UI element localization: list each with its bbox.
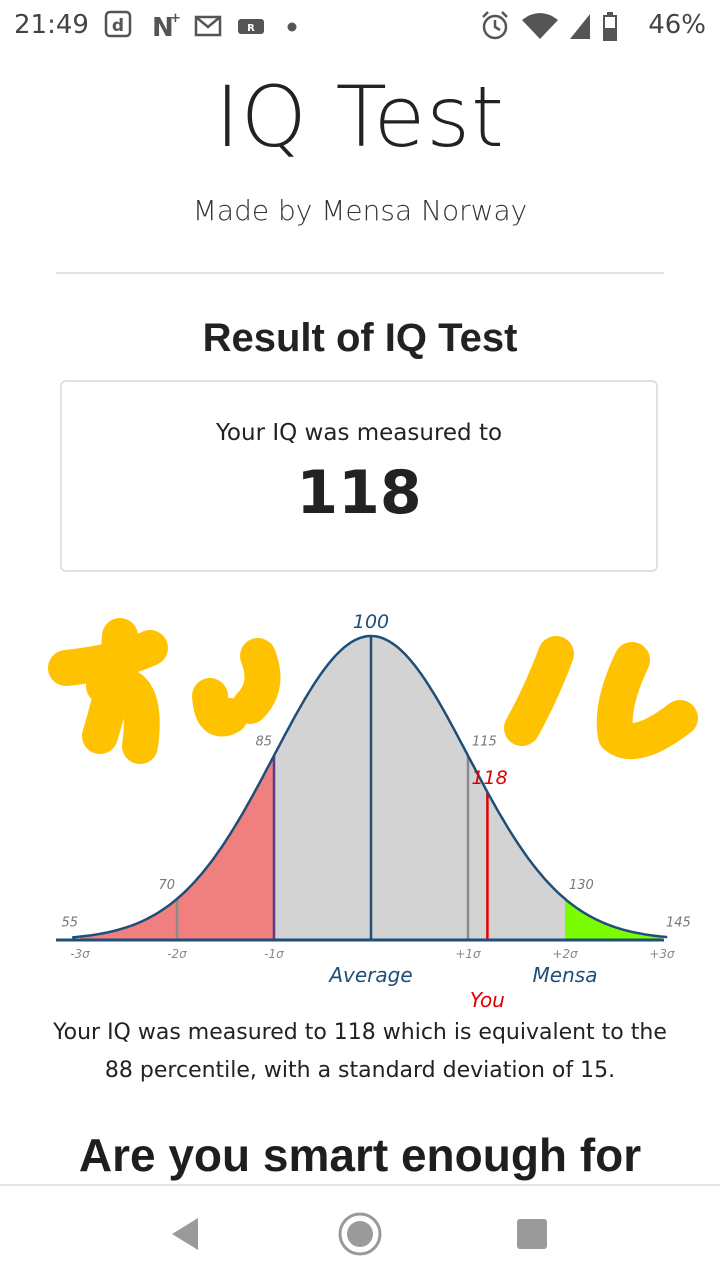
page-subtitle: Made by Mensa Norway <box>192 194 528 227</box>
battery-icon <box>603 12 617 41</box>
navigation-bar <box>0 1184 720 1280</box>
sigma-tick--1σ: -1σ <box>264 947 284 961</box>
mensa-cta-heading: Are you smart enough for <box>78 1129 642 1181</box>
result-label: Your IQ was measured to <box>215 420 503 446</box>
status-bar: 21:49 d N + R 46% <box>0 0 720 52</box>
result-card: Your IQ was measured to 118 <box>60 380 658 572</box>
iq-distribution-chart: 55 70 85 100 115 130 145 118 -3σ -2σ -1σ +1σ +2σ +3σ A… <box>0 596 720 1016</box>
signal-icon <box>570 14 590 39</box>
recents-button[interactable] <box>504 1206 560 1262</box>
dot-icon <box>287 22 297 32</box>
score-label-70: 70 <box>158 878 175 893</box>
bottom-label-average: Average <box>327 963 412 987</box>
battery-percent: 46% <box>648 10 706 40</box>
r-app-icon: R <box>238 19 264 34</box>
iq-score: 118 <box>296 458 422 528</box>
bottom-label-mensa: Mensa <box>533 963 598 987</box>
n-notification-icon: N + <box>152 11 181 42</box>
page-title: IQ Test <box>214 68 505 166</box>
result-heading: Result of IQ Test <box>202 316 518 360</box>
notification-icons: d N + R <box>104 10 297 42</box>
bell-curve-svg: 55 70 85 100 115 130 145 118 -3σ -2σ -1σ +1σ +2σ +3σ A… <box>48 611 698 1012</box>
wifi-icon <box>522 13 558 39</box>
score-label-85: 85 <box>255 735 272 750</box>
region-1 <box>274 636 565 940</box>
header-divider <box>56 272 664 274</box>
mail-icon <box>194 15 222 37</box>
alarm-icon <box>482 11 508 40</box>
sigma-tick-+1σ: +1σ <box>455 947 481 961</box>
sigma-tick-+2σ: +2σ <box>552 947 578 961</box>
d-app-icon: d <box>104 10 132 38</box>
sigma-tick--3σ: -3σ <box>70 947 90 961</box>
result-description: Your IQ was measured to 118 which is equ… <box>53 1020 667 1083</box>
doodle-stroke-3 <box>192 678 248 737</box>
score-label-115: 115 <box>472 735 497 750</box>
home-button[interactable] <box>332 1206 388 1262</box>
you-score-label: 118 <box>471 767 507 789</box>
back-icon <box>172 1218 198 1250</box>
svg-text:d: d <box>112 16 124 36</box>
svg-text:+: + <box>170 11 181 26</box>
sigma-tick-+3σ: +3σ <box>649 947 675 961</box>
doodle-stroke-4 <box>232 638 281 724</box>
recents-icon <box>517 1219 547 1249</box>
you-label: You <box>470 988 505 1012</box>
doodle-stroke-6 <box>596 642 698 760</box>
score-label-145: 145 <box>666 916 691 931</box>
score-label-100: 100 <box>353 611 389 633</box>
status-time: 21:49 <box>14 10 89 40</box>
back-button[interactable] <box>158 1206 214 1262</box>
doodle-stroke-5 <box>504 636 574 746</box>
sigma-tick--2σ: -2σ <box>167 947 187 961</box>
score-label-55: 55 <box>61 916 78 931</box>
score-label-130: 130 <box>569 878 594 893</box>
svg-text:R: R <box>247 23 255 34</box>
